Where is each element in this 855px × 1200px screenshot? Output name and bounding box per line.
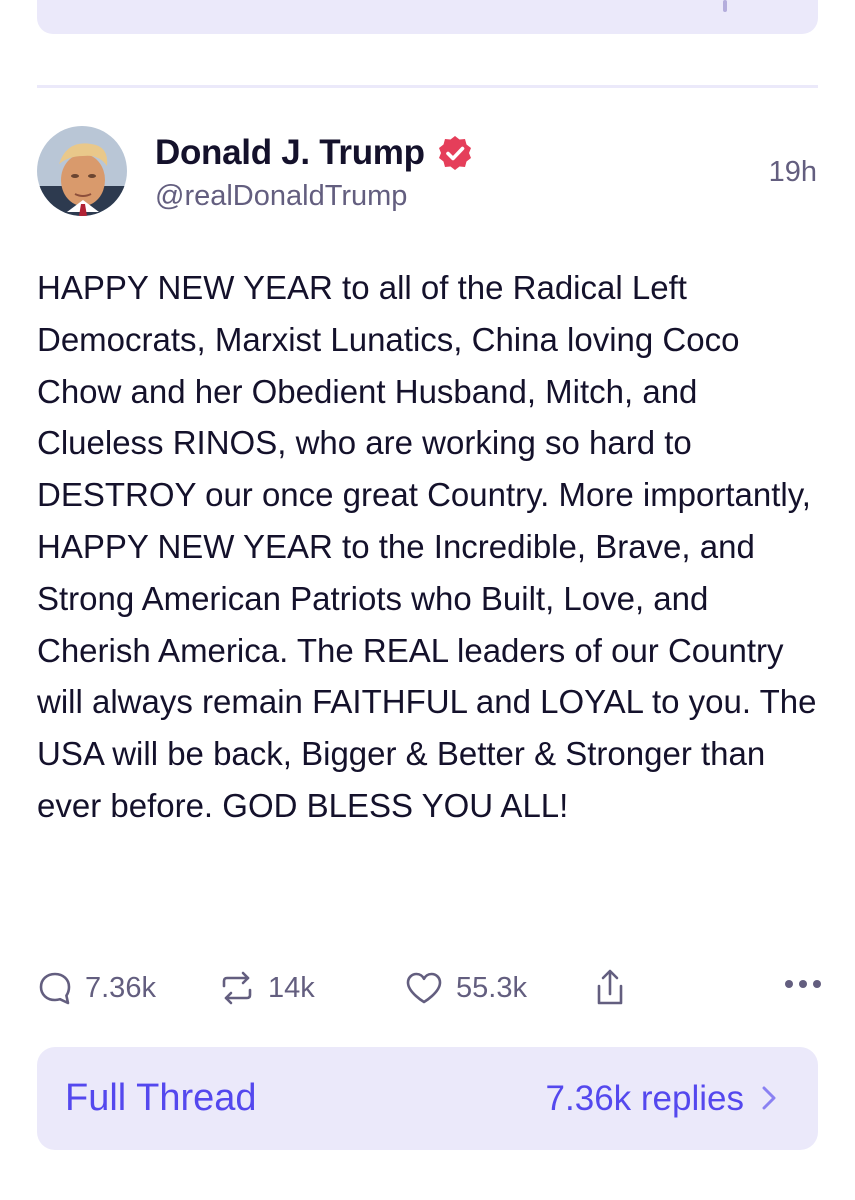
author-name[interactable]: Donald J. Trump: [155, 133, 425, 173]
verified-badge-icon: [438, 136, 471, 170]
thread-replies-count: 7.36k replies: [545, 1079, 744, 1118]
action-bar: 7.36k 14k 55.3k: [37, 960, 821, 1016]
like-button[interactable]: 55.3k: [404, 960, 527, 1016]
avatar[interactable]: [37, 126, 127, 216]
avatar-image: [37, 126, 127, 216]
post-body: HAPPY NEW YEAR to all of the Radical Lef…: [37, 269, 817, 824]
chevron-right-icon: [762, 1086, 776, 1110]
reply-icon: [39, 972, 71, 1005]
share-button[interactable]: [592, 960, 628, 1016]
reply-button[interactable]: 7.36k: [37, 960, 156, 1016]
more-dot: [813, 980, 821, 988]
post-timestamp[interactable]: 19h: [769, 156, 817, 189]
author-handle[interactable]: @realDonaldTrump: [155, 180, 407, 213]
more-icon[interactable]: [785, 980, 821, 988]
previous-card[interactable]: [37, 0, 818, 34]
full-thread-label: Full Thread: [65, 1077, 257, 1119]
share-icon: [597, 969, 623, 1005]
reblog-count: 14k: [268, 971, 315, 1004]
divider: [37, 85, 818, 88]
full-thread-button[interactable]: Full Thread 7.36k replies: [37, 1047, 818, 1150]
like-count: 55.3k: [456, 971, 527, 1004]
author-row: Donald J. Trump: [155, 131, 473, 175]
like-icon: [406, 972, 442, 1004]
more-dot: [799, 980, 807, 988]
reply-count: 7.36k: [85, 971, 156, 1004]
reblog-button[interactable]: 14k: [218, 960, 315, 1016]
more-dot: [785, 980, 793, 988]
reblog-icon: [222, 971, 252, 1005]
previous-card-edge: [723, 0, 727, 12]
